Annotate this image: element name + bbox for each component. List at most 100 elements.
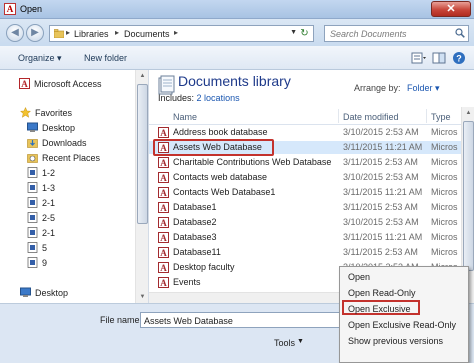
nav-item-folder-1-3[interactable]: 1-3: [0, 181, 134, 195]
nav-item-folder-1-2[interactable]: 1-2: [0, 166, 134, 180]
address-bar[interactable]: ▸ Libraries ▸ Documents ▸ ▼ ↻: [49, 25, 314, 42]
back-button[interactable]: ◀: [6, 24, 24, 42]
access-app-icon: A: [19, 78, 30, 89]
table-row[interactable]: A Contacts web database 3/10/2015 2:53 A…: [149, 171, 461, 184]
access-app-icon: A: [4, 3, 16, 15]
nav-item-label: 2-5: [42, 213, 56, 223]
table-row[interactable]: A Address book database 3/10/2015 2:53 A…: [149, 126, 461, 139]
help-icon[interactable]: ?: [451, 50, 467, 65]
nav-item-folder-2-1[interactable]: 2-1: [0, 196, 134, 210]
nav-item-label: Desktop: [42, 123, 76, 133]
nav-item-label: 9: [42, 258, 48, 268]
library-title: Documents library: [178, 73, 291, 89]
file-date: 3/11/2015 11:21 AM: [343, 142, 423, 152]
nav-item-label: 5: [42, 243, 48, 253]
breadcrumb-documents[interactable]: Documents: [124, 29, 170, 39]
selection-highlight-box: [153, 139, 274, 156]
file-type: Micros: [431, 172, 458, 182]
tools-button[interactable]: Tools: [274, 338, 295, 348]
column-header-date[interactable]: Date modified: [343, 112, 399, 122]
menu-item-open[interactable]: Open: [348, 272, 370, 282]
svg-text:A: A: [160, 278, 167, 288]
address-dropdown-icon[interactable]: ▼: [290, 29, 297, 36]
organize-button[interactable]: Organize ▾: [18, 53, 62, 64]
table-row[interactable]: A Database2 3/10/2015 2:53 AM Micros: [149, 216, 461, 229]
locations-link[interactable]: 2 locations: [197, 93, 240, 103]
file-type: Micros: [431, 142, 458, 152]
nav-item-folder-2-1b[interactable]: 2-1: [0, 226, 134, 240]
nav-item-folder-2-5[interactable]: 2-5: [0, 211, 134, 225]
nav-scroll-thumb[interactable]: [137, 84, 148, 224]
file-name: Database2: [173, 217, 217, 227]
table-row[interactable]: A Database3 3/11/2015 11:21 AM Micros: [149, 231, 461, 244]
nav-item-recent-places[interactable]: Recent Places: [0, 151, 134, 165]
table-row-selected[interactable]: A Assets Web Database 3/11/2015 11:21 AM…: [149, 139, 461, 156]
documents-library-icon: [157, 75, 175, 95]
file-name: Address book database: [173, 127, 268, 137]
close-button[interactable]: ✕: [431, 1, 471, 17]
svg-text:A: A: [160, 188, 167, 198]
svg-text:?: ?: [456, 54, 462, 64]
column-divider[interactable]: [426, 109, 427, 123]
folder-shortcut-icon: [27, 167, 38, 178]
search-input[interactable]: Search Documents: [324, 25, 469, 42]
table-row[interactable]: A Charitable Contributions Web Database …: [149, 156, 461, 169]
scroll-down-icon[interactable]: ▼: [137, 291, 148, 303]
search-icon[interactable]: [455, 28, 465, 38]
nav-item-desktop-root[interactable]: Desktop: [0, 286, 134, 300]
new-folder-button[interactable]: New folder: [84, 53, 127, 63]
breadcrumb-libraries[interactable]: Libraries: [74, 29, 109, 39]
chevron-down-icon[interactable]: ▼: [297, 338, 304, 345]
file-type: Micros: [431, 247, 458, 257]
file-name-input[interactable]: Assets Web Database: [140, 312, 365, 328]
menu-item-open-read-only[interactable]: Open Read-Only: [348, 288, 416, 298]
nav-item-label: Downloads: [42, 138, 87, 148]
table-row[interactable]: A Database1 3/11/2015 2:53 AM Micros: [149, 201, 461, 214]
folder-shortcut-icon: [27, 182, 38, 193]
file-list-scroll-thumb[interactable]: [463, 121, 474, 271]
folder-shortcut-icon: [27, 197, 38, 208]
file-name: Charitable Contributions Web Database: [173, 157, 332, 167]
refresh-icon[interactable]: ↻: [298, 27, 311, 40]
library-includes: Includes: 2 locations: [158, 93, 240, 103]
access-file-icon: A: [158, 217, 169, 228]
table-row[interactable]: A Contacts Web Database1 3/11/2015 11:21…: [149, 186, 461, 199]
nav-favorites-header[interactable]: Favorites: [0, 106, 134, 120]
column-header-type[interactable]: Type: [431, 112, 451, 122]
file-type: Micros: [431, 202, 458, 212]
scroll-up-icon[interactable]: ▲: [463, 107, 474, 119]
file-date: 3/11/2015 2:53 AM: [343, 202, 418, 212]
nav-item-folder-5[interactable]: 5: [0, 241, 134, 255]
view-options-icon[interactable]: [410, 50, 426, 65]
menu-item-open-exclusive-read-only[interactable]: Open Exclusive Read-Only: [348, 320, 456, 330]
file-name: Events: [173, 277, 201, 287]
folder-shortcut-icon: [27, 212, 38, 223]
file-name-value: Assets Web Database: [144, 316, 233, 326]
file-type: Micros: [431, 187, 458, 197]
menu-item-open-exclusive[interactable]: Open Exclusive: [348, 304, 411, 314]
column-divider[interactable]: [338, 109, 339, 123]
nav-item-desktop[interactable]: Desktop: [0, 121, 134, 135]
column-header-name[interactable]: Name: [173, 112, 197, 122]
file-name: Database11: [173, 247, 221, 257]
nav-scrollbar[interactable]: ▲ ▼: [135, 70, 148, 303]
forward-button[interactable]: ▶: [26, 24, 44, 42]
file-name: Contacts web database: [173, 172, 268, 182]
preview-pane-icon[interactable]: [431, 50, 447, 65]
toolbar: Organize ▾ New folder ?: [0, 46, 474, 70]
nav-item-microsoft-access[interactable]: A Microsoft Access: [0, 77, 134, 91]
nav-item-label: 2-1: [42, 198, 56, 208]
arrange-by-dropdown[interactable]: Folder ▾: [407, 83, 440, 94]
window-title: Open: [20, 4, 43, 14]
nav-item-label: 1-3: [42, 183, 56, 193]
menu-item-show-previous-versions[interactable]: Show previous versions: [348, 336, 443, 346]
desktop-icon: [27, 122, 38, 133]
scroll-up-icon[interactable]: ▲: [137, 70, 148, 82]
open-options-menu: Open Open Read-Only Open Exclusive Open …: [339, 266, 469, 363]
nav-item-downloads[interactable]: Downloads: [0, 136, 134, 150]
desktop-icon: [20, 287, 31, 298]
table-row[interactable]: A Database11 3/11/2015 2:53 AM Micros: [149, 246, 461, 259]
svg-text:A: A: [160, 173, 167, 183]
nav-item-folder-9[interactable]: 9: [0, 256, 134, 270]
access-file-icon: A: [158, 157, 169, 168]
